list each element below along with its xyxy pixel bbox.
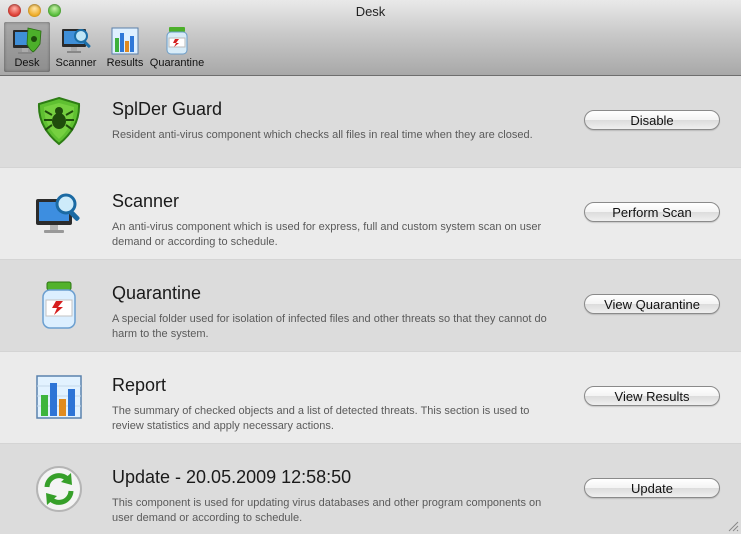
component-title: Quarantine bbox=[112, 283, 202, 303]
component-title: Update - 20.05.2009 12:58:50 bbox=[112, 467, 352, 487]
component-title: Scanner bbox=[112, 191, 180, 211]
disable-button[interactable]: Disable bbox=[584, 110, 720, 130]
toolbar-label-desk: Desk bbox=[14, 57, 40, 69]
component-description: An anti-virus component which is used fo… bbox=[112, 221, 542, 248]
component-list: SplDer Guard Resident anti-virus compone… bbox=[0, 76, 741, 534]
toolbar-item-scanner[interactable]: Scanner bbox=[50, 22, 102, 72]
perform-scan-button[interactable]: Perform Scan bbox=[584, 202, 720, 222]
scanner-icon bbox=[36, 193, 80, 233]
desk-icon bbox=[13, 27, 42, 54]
component-row-scanner: Scanner An anti-virus component which is… bbox=[0, 168, 741, 260]
component-title: Report bbox=[112, 375, 167, 395]
results-icon bbox=[111, 27, 139, 55]
app-window: Desk Desk Scanner Results Quarantine Spl… bbox=[0, 0, 741, 534]
view-quarantine-button[interactable]: View Quarantine bbox=[584, 294, 720, 314]
update-button[interactable]: Update bbox=[584, 478, 720, 498]
scanner-icon bbox=[62, 29, 91, 53]
quarantine-icon bbox=[166, 27, 188, 55]
toolbar: Desk Scanner Results Quarantine bbox=[4, 22, 206, 72]
toolbar-item-results[interactable]: Results bbox=[102, 22, 148, 72]
quarantine-jar-icon bbox=[42, 281, 76, 329]
toolbar-item-desk[interactable]: Desk bbox=[4, 22, 50, 72]
toolbar-label-scanner: Scanner bbox=[55, 57, 97, 69]
component-row-quarantine: Quarantine A special folder used for iso… bbox=[0, 260, 741, 352]
component-row-update: Update - 20.05.2009 12:58:50 This compon… bbox=[0, 444, 741, 534]
component-row-spider-guard: SplDer Guard Resident anti-virus compone… bbox=[0, 76, 741, 168]
toolbar-label-results: Results bbox=[106, 57, 144, 69]
component-title: SplDer Guard bbox=[112, 99, 223, 119]
component-description: The summary of checked objects and a lis… bbox=[112, 405, 530, 432]
report-chart-icon bbox=[36, 375, 82, 419]
component-description: Resident anti-virus component which chec… bbox=[112, 129, 533, 141]
update-icon bbox=[36, 466, 82, 512]
spider-guard-icon bbox=[37, 96, 81, 146]
toolbar-item-quarantine[interactable]: Quarantine bbox=[148, 22, 206, 72]
title-bar: Desk Desk Scanner Results Quarantine bbox=[0, 0, 741, 76]
component-description: This component is used for updating viru… bbox=[112, 497, 542, 524]
component-description: A special folder used for isolation of i… bbox=[112, 313, 547, 340]
window-title: Desk bbox=[355, 4, 386, 19]
component-row-report: Report The summary of checked objects an… bbox=[0, 352, 741, 444]
resize-grip-icon[interactable] bbox=[727, 520, 739, 532]
toolbar-label-quarantine: Quarantine bbox=[149, 57, 205, 69]
view-results-button[interactable]: View Results bbox=[584, 386, 720, 406]
